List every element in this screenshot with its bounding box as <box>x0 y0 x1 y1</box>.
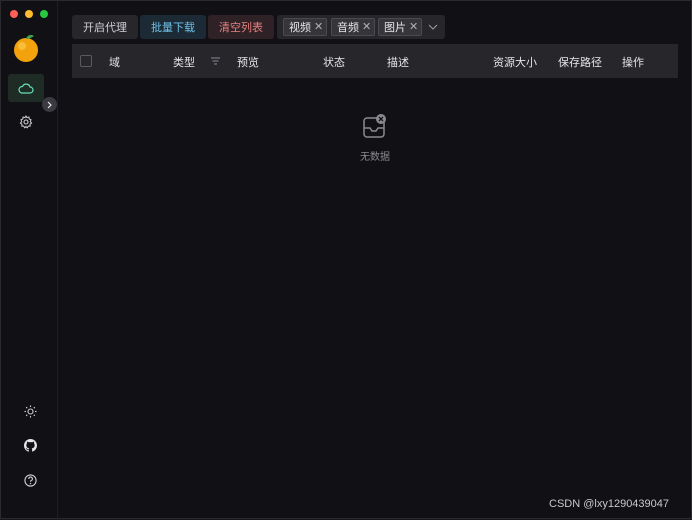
cloud-icon <box>18 83 34 94</box>
column-header-type: 类型 <box>173 57 195 69</box>
chevron-right-icon <box>47 101 52 108</box>
column-header-status: 状态 <box>323 57 345 69</box>
app-window: 开启代理 批量下载 清空列表 视频 ✕ 音频 ✕ 图片 ✕ 域 类型 预览 状态… <box>0 0 692 520</box>
watermark: CSDN @lxy1290439047 <box>549 498 670 510</box>
sun-icon[interactable] <box>24 405 37 418</box>
column-header-preview: 预览 <box>237 57 259 69</box>
filter-icon[interactable] <box>211 57 220 65</box>
type-filter-select[interactable]: 视频 ✕ 音频 ✕ 图片 ✕ <box>277 15 445 39</box>
chevron-down-icon[interactable] <box>427 21 439 33</box>
filter-tag-audio[interactable]: 音频 ✕ <box>331 18 376 36</box>
select-all-checkbox[interactable] <box>80 55 92 67</box>
filter-tag-label: 视频 <box>289 22 311 34</box>
filter-tag-video[interactable]: 视频 ✕ <box>283 18 328 36</box>
help-icon[interactable] <box>24 474 37 487</box>
filter-tag-label: 音频 <box>337 22 359 34</box>
empty-state-text: 无数据 <box>360 152 390 163</box>
empty-inbox-icon <box>363 114 386 138</box>
column-header-domain: 域 <box>109 57 120 69</box>
close-icon[interactable]: ✕ <box>362 21 371 33</box>
column-header-save-path: 保存路径 <box>558 57 602 69</box>
column-header-description: 描述 <box>387 57 409 69</box>
clear-list-button[interactable]: 清空列表 <box>208 15 274 39</box>
sidebar-item-resources[interactable] <box>8 74 44 102</box>
orange-logo-icon <box>14 35 38 62</box>
gear-icon <box>19 115 33 129</box>
filter-tag-label: 图片 <box>384 22 406 34</box>
sidebar-collapse-button[interactable] <box>42 97 57 112</box>
github-icon[interactable] <box>24 439 37 452</box>
batch-download-button[interactable]: 批量下载 <box>140 15 206 39</box>
sidebar-item-settings[interactable] <box>8 108 44 136</box>
start-proxy-button[interactable]: 开启代理 <box>72 15 138 39</box>
column-header-actions: 操作 <box>622 57 644 69</box>
table-header: 域 类型 预览 状态 描述 资源大小 保存路径 操作 <box>72 44 678 78</box>
close-icon[interactable]: ✕ <box>409 21 418 33</box>
column-header-size: 资源大小 <box>493 57 537 69</box>
filter-tag-image[interactable]: 图片 ✕ <box>378 18 423 36</box>
sidebar <box>1 1 58 520</box>
close-icon[interactable]: ✕ <box>314 21 323 33</box>
